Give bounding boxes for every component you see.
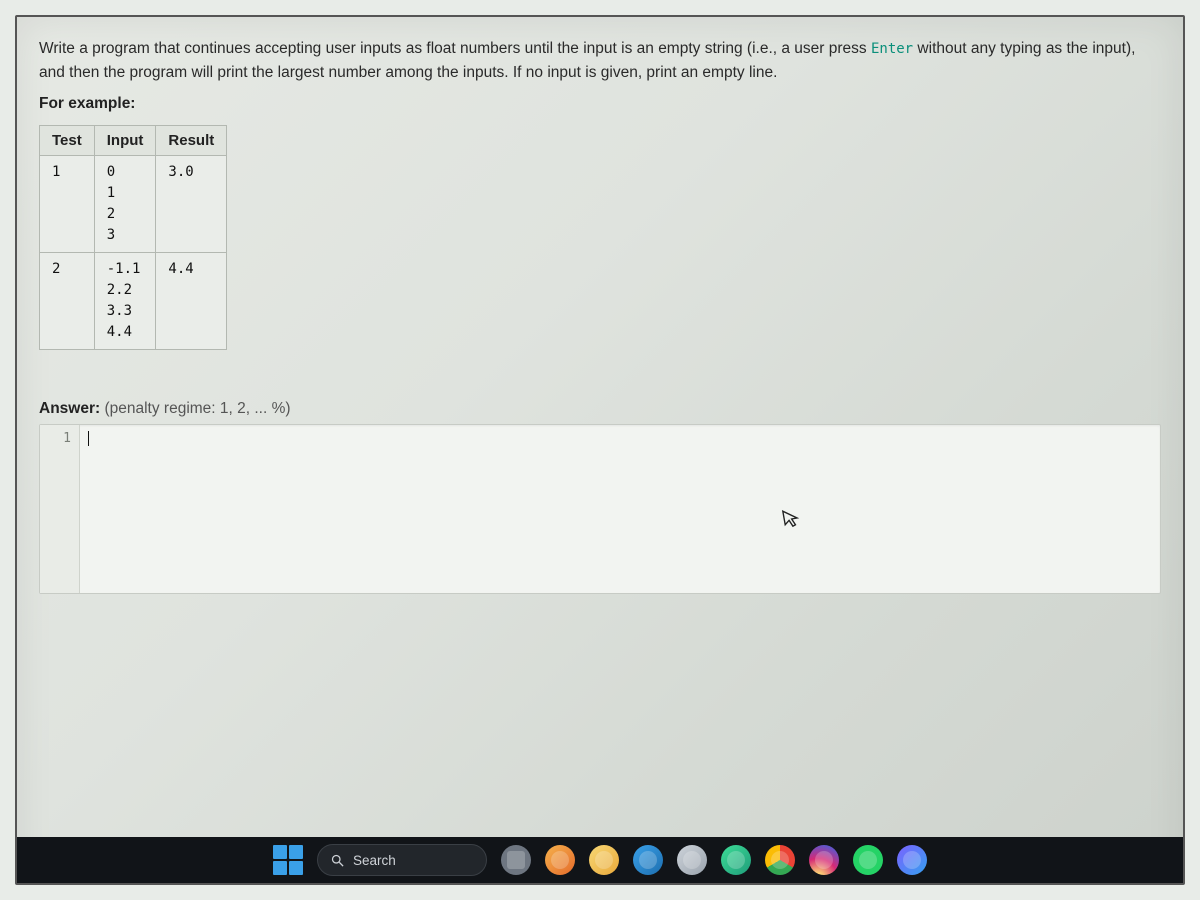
mail-app-icon[interactable] xyxy=(677,845,707,875)
copilot-icon[interactable] xyxy=(897,845,927,875)
camera-app-icon[interactable] xyxy=(545,845,575,875)
edge-browser-icon[interactable] xyxy=(721,845,751,875)
cell-input: 0 1 2 3 xyxy=(94,156,156,253)
problem-text-part1: Write a program that continues accepting… xyxy=(39,40,871,57)
penalty-regime-text: (penalty regime: 1, 2, ... %) xyxy=(104,400,290,417)
cell-result: 4.4 xyxy=(156,253,227,350)
enter-key-token: Enter xyxy=(871,41,913,57)
answer-heading: Answer: (penalty regime: 1, 2, ... %) xyxy=(39,400,1161,418)
for-example-label: For example: xyxy=(39,95,1161,113)
code-area[interactable] xyxy=(80,425,1160,593)
text-caret xyxy=(88,431,89,446)
cell-test: 1 xyxy=(40,156,95,253)
file-explorer-icon[interactable] xyxy=(589,845,619,875)
cell-result: 3.0 xyxy=(156,156,227,253)
app-window: Write a program that continues accepting… xyxy=(15,15,1185,885)
code-editor[interactable]: 1 xyxy=(39,424,1161,594)
question-content: Write a program that continues accepting… xyxy=(17,17,1183,604)
col-header-test: Test xyxy=(40,126,95,156)
line-number: 1 xyxy=(40,429,79,449)
problem-description: Write a program that continues accepting… xyxy=(39,37,1161,85)
cell-test: 2 xyxy=(40,253,95,350)
ms-store-icon[interactable] xyxy=(633,845,663,875)
chrome-browser-icon[interactable] xyxy=(765,845,795,875)
task-view-icon[interactable] xyxy=(501,845,531,875)
examples-table: Test Input Result 1 0 1 2 3 3.0 2 -1.1 2… xyxy=(39,125,227,350)
windows-taskbar[interactable]: Search xyxy=(17,837,1183,883)
table-row: 1 0 1 2 3 3.0 xyxy=(40,156,227,253)
search-icon xyxy=(330,853,345,868)
start-button[interactable] xyxy=(273,845,303,875)
cell-input: -1.1 2.2 3.3 4.4 xyxy=(94,253,156,350)
whatsapp-icon[interactable] xyxy=(853,845,883,875)
taskbar-search[interactable]: Search xyxy=(317,844,487,876)
table-header-row: Test Input Result xyxy=(40,126,227,156)
table-row: 2 -1.1 2.2 3.3 4.4 4.4 xyxy=(40,253,227,350)
editor-gutter: 1 xyxy=(40,425,80,593)
col-header-result: Result xyxy=(156,126,227,156)
col-header-input: Input xyxy=(94,126,156,156)
answer-label: Answer: xyxy=(39,400,100,417)
search-label: Search xyxy=(353,853,396,868)
instagram-icon[interactable] xyxy=(809,845,839,875)
